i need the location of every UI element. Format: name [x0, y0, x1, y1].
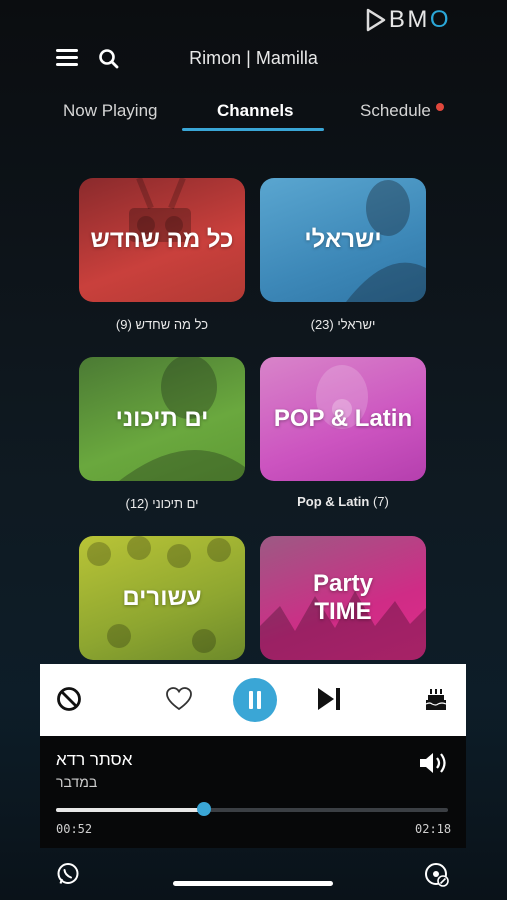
- whatsapp-icon[interactable]: [56, 862, 80, 891]
- channel-caption: Pop & Latin (7): [260, 494, 426, 509]
- channel-caption: ישראלי (23): [260, 317, 426, 332]
- channel-caption-count: (9): [115, 317, 132, 332]
- schedule-notification-dot: [436, 103, 444, 111]
- logo-letter-b: B: [388, 6, 406, 33]
- pause-button[interactable]: [233, 678, 277, 722]
- pause-icon: [249, 691, 261, 709]
- tab-channels[interactable]: Channels: [217, 101, 294, 121]
- play-logo-icon: [366, 8, 386, 32]
- total-time: 02:18: [415, 822, 452, 836]
- channel-caption-name: ישראלי: [337, 317, 376, 332]
- record-disc-icon[interactable]: [424, 862, 450, 893]
- channel-caption-count: (12): [125, 496, 149, 511]
- channel-caption: ים תיכוני (12): [79, 496, 245, 511]
- channel-caption-count: (7): [372, 494, 389, 509]
- channel-card-decades[interactable]: עשורים: [79, 536, 245, 660]
- block-icon[interactable]: [56, 686, 82, 717]
- channel-tile-title: כל מה שחדש: [90, 226, 234, 253]
- bmo-logo: BMO: [365, 6, 449, 34]
- channel-tile-title: Party TIME: [260, 536, 426, 660]
- channel-card-new[interactable]: כל מה שחדש: [79, 178, 245, 302]
- channel-card-pop-latin[interactable]: POP & Latin: [260, 357, 426, 481]
- channel-caption-name: כל מה שחדש: [135, 317, 209, 332]
- channel-caption-name: ים תיכוני: [152, 496, 199, 511]
- progress-knob[interactable]: [196, 802, 211, 816]
- skip-next-icon[interactable]: [316, 686, 342, 717]
- channel-tile-title: ישראלי: [304, 226, 382, 253]
- active-tab-indicator: [182, 128, 324, 131]
- channel-tile-title: ים תיכוני: [115, 405, 209, 432]
- channel-card-party-time[interactable]: Party TIME: [260, 536, 426, 660]
- channel-tile-title: עשורים: [122, 584, 202, 611]
- venue-title: Rimon | Mamilla: [189, 48, 318, 68]
- tab-now-playing[interactable]: Now Playing: [63, 101, 158, 121]
- heart-icon[interactable]: [165, 686, 193, 717]
- channel-tile-title: POP & Latin: [273, 405, 413, 432]
- progress-fill: [56, 808, 204, 812]
- channel-card-mediterranean[interactable]: ים תיכוני: [79, 357, 245, 481]
- tab-schedule[interactable]: Schedule: [360, 101, 431, 121]
- elapsed-time: 00:52: [56, 822, 93, 836]
- track-artist: במדבר: [56, 774, 98, 790]
- track-title: אסתר רדא: [56, 750, 133, 769]
- channel-card-israeli[interactable]: ישראלי: [260, 178, 426, 302]
- logo-letter-m: M: [407, 6, 428, 33]
- logo-letter-o: O: [429, 6, 449, 33]
- channel-caption: כל מה שחדש (9): [79, 317, 245, 332]
- channel-tile-title-line2: TIME: [314, 598, 372, 625]
- channel-tile-title-line1: Party: [312, 570, 374, 597]
- volume-icon[interactable]: [418, 750, 450, 781]
- home-indicator[interactable]: [173, 881, 333, 886]
- channel-caption-count: (23): [310, 317, 334, 332]
- birthday-cake-icon[interactable]: [424, 686, 448, 717]
- channel-caption-name: Pop & Latin: [297, 494, 370, 509]
